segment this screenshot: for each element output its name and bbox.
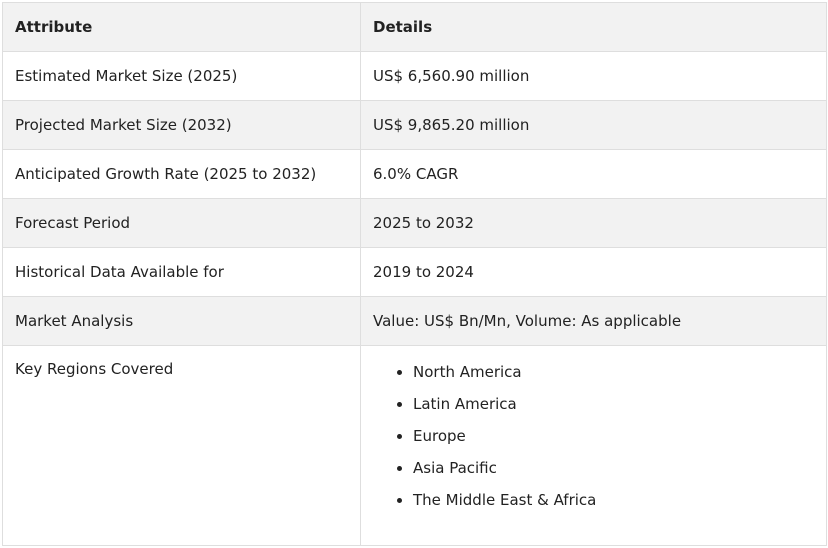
attribute-cell: Estimated Market Size (2025) xyxy=(2,51,361,101)
region-item: Asia Pacific xyxy=(413,456,814,488)
header-attribute: Attribute xyxy=(2,2,361,52)
region-item: North America xyxy=(413,360,814,392)
attribute-cell: Historical Data Available for xyxy=(2,247,361,297)
attribute-cell: Key Regions Covered xyxy=(2,345,361,546)
details-cell: 2025 to 2032 xyxy=(360,198,827,248)
details-cell: 6.0% CAGR xyxy=(360,149,827,199)
header-details: Details xyxy=(360,2,827,52)
attribute-cell: Market Analysis xyxy=(2,296,361,346)
table-row: Market Analysis Value: US$ Bn/Mn, Volume… xyxy=(2,296,827,346)
region-item: Latin America xyxy=(413,392,814,424)
table-row: Anticipated Growth Rate (2025 to 2032) 6… xyxy=(2,149,827,199)
table-row: Projected Market Size (2032) US$ 9,865.2… xyxy=(2,100,827,150)
market-attributes-table: Attribute Details Estimated Market Size … xyxy=(2,2,827,546)
region-item: The Middle East & Africa xyxy=(413,488,814,520)
details-cell: Value: US$ Bn/Mn, Volume: As applicable xyxy=(360,296,827,346)
table-header-row: Attribute Details xyxy=(2,2,827,52)
region-list: North America Latin America Europe Asia … xyxy=(373,360,814,520)
table-row: Estimated Market Size (2025) US$ 6,560.9… xyxy=(2,51,827,101)
attribute-cell: Projected Market Size (2032) xyxy=(2,100,361,150)
attribute-cell: Forecast Period xyxy=(2,198,361,248)
attribute-cell: Anticipated Growth Rate (2025 to 2032) xyxy=(2,149,361,199)
details-cell: US$ 6,560.90 million xyxy=(360,51,827,101)
table-row: Forecast Period 2025 to 2032 xyxy=(2,198,827,248)
regions-row: Key Regions Covered North America Latin … xyxy=(2,345,827,546)
details-cell: US$ 9,865.20 million xyxy=(360,100,827,150)
table-row: Historical Data Available for 2019 to 20… xyxy=(2,247,827,297)
details-cell: 2019 to 2024 xyxy=(360,247,827,297)
regions-cell: North America Latin America Europe Asia … xyxy=(360,345,827,546)
region-item: Europe xyxy=(413,424,814,456)
